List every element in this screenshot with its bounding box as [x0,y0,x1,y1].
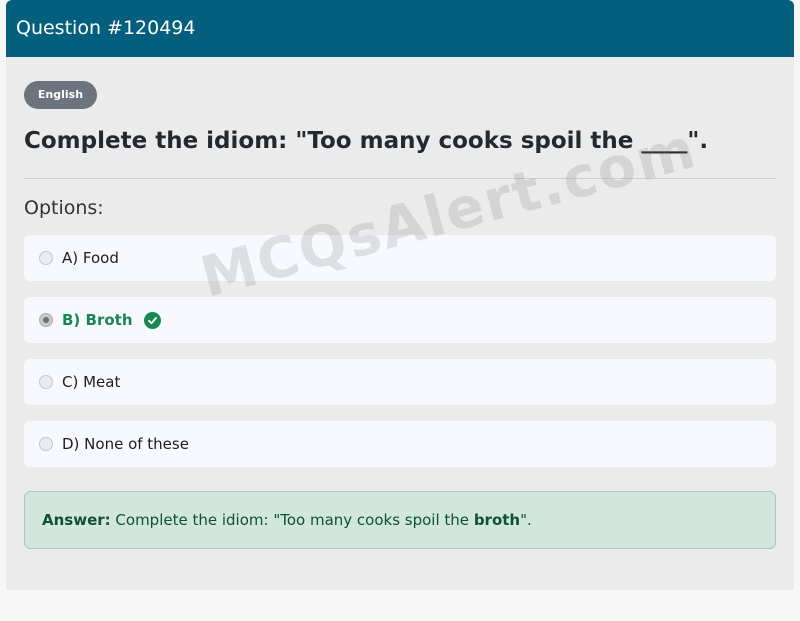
answer-text: Complete the idiom: "Too many cooks spoi… [110,511,474,529]
option-b-label: B) Broth [62,311,133,329]
option-b[interactable]: B) Broth [24,297,776,343]
question-header: Question #120494 [6,0,794,57]
option-c-label: C) Meat [62,373,121,391]
correct-check-icon [143,311,161,329]
option-a-radio[interactable] [39,251,53,265]
watermark: MCQsAlert.com [194,116,704,311]
question-number-title: Question #120494 [16,17,196,39]
answer-text-end: ". [520,511,532,529]
answer-prefix: Answer: [42,511,111,529]
answer-highlight: broth [473,511,521,529]
option-c[interactable]: C) Meat [24,359,776,405]
answer-box: Answer: Complete the idiom: "Too many co… [24,491,776,549]
option-d-radio[interactable] [39,437,53,451]
options-heading: Options: [24,197,104,219]
option-a-label: A) Food [62,249,119,267]
option-d[interactable]: D) None of these [24,421,776,467]
option-a[interactable]: A) Food [24,235,776,281]
option-c-radio[interactable] [39,375,53,389]
option-d-label: D) None of these [62,435,189,453]
question-card: Question #120494 English Complete the id… [6,0,794,590]
option-b-radio[interactable] [39,313,53,327]
divider [24,178,776,179]
language-badge[interactable]: English [24,81,97,109]
question-text: Complete the idiom: "Too many cooks spoi… [24,128,709,154]
